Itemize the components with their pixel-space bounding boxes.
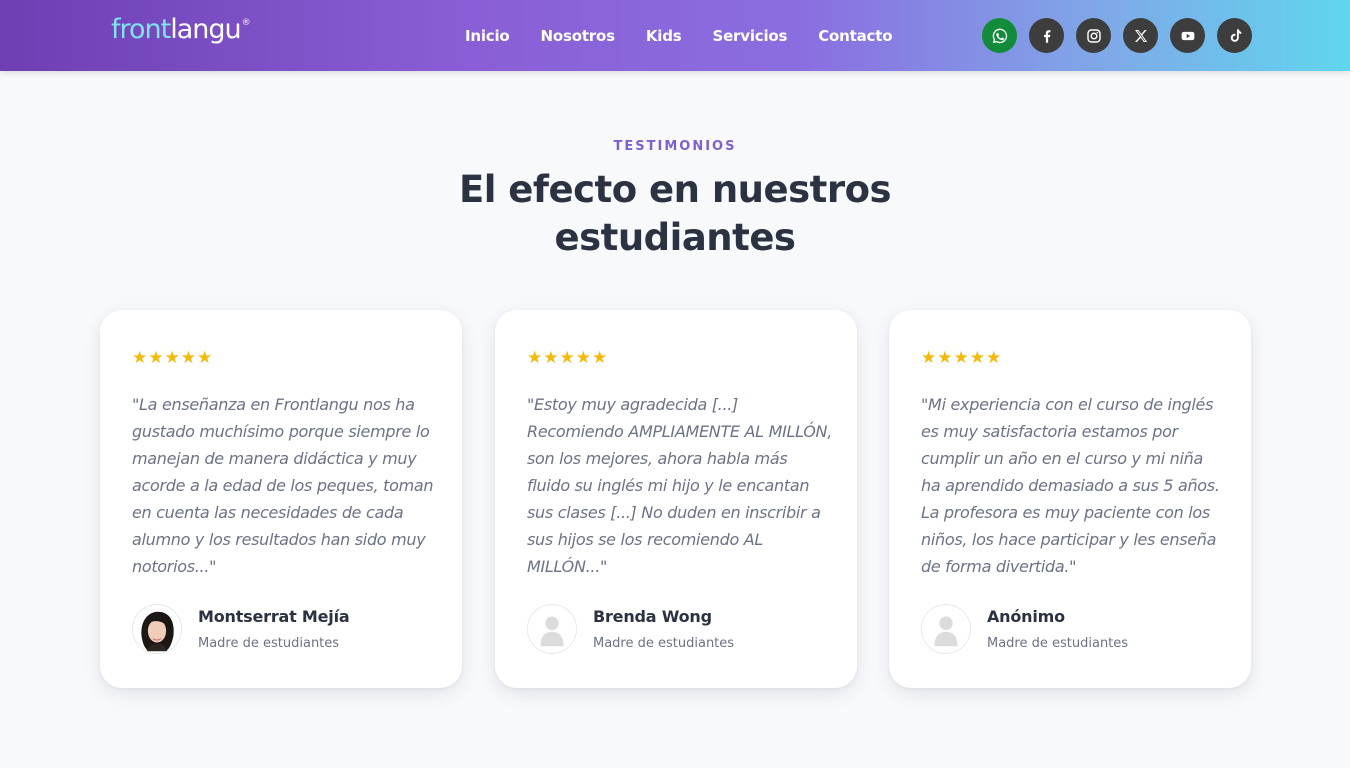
- instagram-button[interactable]: [1076, 18, 1111, 53]
- section-title: El efecto en nuestros estudiantes: [458, 168, 892, 259]
- facebook-icon: [1043, 29, 1050, 43]
- logo-part-langu: langu: [170, 14, 241, 45]
- star-rating: ★★★★★: [527, 348, 609, 368]
- logo-registered-mark: ®: [241, 18, 251, 28]
- testimonial-quote: "Estoy muy agradecida [...] Recomiendo A…: [527, 395, 832, 576]
- testimonial-card: ★★★★★ "La enseñanza en Frontlangu nos ha…: [100, 310, 462, 688]
- logo[interactable]: frontlangu®: [111, 14, 251, 45]
- avatar: [527, 604, 577, 654]
- nav-link-kids[interactable]: Kids: [646, 27, 682, 45]
- nav-link-nosotros[interactable]: Nosotros: [541, 27, 615, 45]
- star-rating: ★★★★★: [132, 348, 214, 368]
- logo-part-front: front: [111, 14, 171, 45]
- youtube-icon: [1181, 31, 1194, 40]
- testimonial-card: ★★★★★ "Estoy muy agradecida [...] Recomi…: [495, 310, 857, 688]
- tiktok-icon: [1230, 28, 1241, 42]
- testimonial-quote: "La enseñanza en Frontlangu nos ha gusta…: [132, 395, 434, 576]
- nav-link-inicio[interactable]: Inicio: [465, 27, 510, 45]
- tiktok-button[interactable]: [1217, 18, 1252, 53]
- youtube-button[interactable]: [1170, 18, 1205, 53]
- author-name: Brenda Wong: [593, 607, 712, 626]
- avatar: [921, 604, 971, 654]
- nav-link-contacto[interactable]: Contacto: [818, 27, 892, 45]
- facebook-button[interactable]: [1029, 18, 1064, 53]
- testimonial-card: ★★★★★ "Mi experiencia con el curso de in…: [889, 310, 1251, 688]
- main-nav: Inicio Nosotros Kids Servicios Contacto: [465, 0, 923, 71]
- author-role: Madre de estudiantes: [987, 636, 1129, 651]
- avatar: [132, 604, 182, 654]
- social-links: [982, 18, 1264, 53]
- testimonial-quote: "Mi experiencia con el curso de inglés e…: [921, 395, 1220, 576]
- author-name: Anónimo: [987, 607, 1065, 626]
- whatsapp-icon: [992, 28, 1007, 43]
- star-rating: ★★★★★: [921, 348, 1003, 368]
- avatar-photo-icon: [133, 605, 181, 653]
- site-header: frontlangu® Inicio Nosotros Kids Servici…: [0, 0, 1350, 71]
- nav-link-servicios[interactable]: Servicios: [712, 27, 787, 45]
- author-name: Montserrat Mejía: [198, 607, 350, 626]
- author-role: Madre de estudiantes: [593, 636, 735, 651]
- instagram-icon: [1086, 28, 1101, 43]
- user-placeholder-icon: [922, 605, 970, 653]
- section-eyebrow: TESTIMONIOS: [613, 139, 737, 154]
- x-button[interactable]: [1123, 18, 1158, 53]
- x-icon: [1134, 29, 1147, 42]
- whatsapp-button[interactable]: [982, 18, 1017, 53]
- author-role: Madre de estudiantes: [198, 636, 340, 651]
- user-placeholder-icon: [528, 605, 576, 653]
